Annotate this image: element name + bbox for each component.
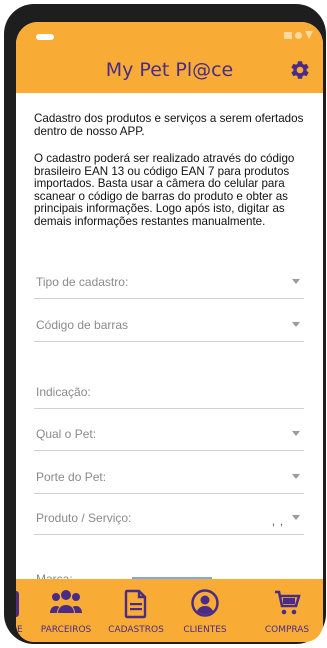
dropdown-arrow-icon: [292, 431, 300, 436]
dropdown-arrow-icon: [292, 279, 300, 284]
group-icon: [50, 590, 82, 613]
produto-servico-label: Produto / Serviço:: [36, 511, 132, 525]
indicacao-label: Indicação:: [36, 385, 91, 399]
bottom-navigation: CLUBE PARCEIROS: [16, 579, 323, 642]
status-notification-pill: [36, 34, 54, 40]
status-icons: [284, 31, 313, 39]
battery-icon: [284, 31, 292, 39]
produto-servico-value: , ,: [271, 516, 284, 528]
qual-pet-label: Qual o Pet:: [36, 427, 97, 441]
phone-frame: My Pet Pl@ce Cadastro dos produtos e ser…: [4, 4, 326, 644]
settings-button[interactable]: [289, 59, 311, 81]
signal-icon: [305, 31, 313, 39]
app-bar: My Pet Pl@ce: [16, 47, 323, 93]
dropdown-arrow-icon: [292, 474, 300, 479]
nav-item-parceiros[interactable]: PARCEIROS: [30, 579, 102, 642]
document-icon: [124, 589, 147, 619]
produto-servico-dropdown[interactable]: Produto / Serviço: , ,: [34, 494, 304, 535]
indicacao-field[interactable]: Indicação:: [34, 368, 304, 409]
scroll-indicator: [132, 577, 212, 579]
nav-item-compras[interactable]: COMPRAS: [251, 579, 323, 642]
tipo-cadastro-dropdown[interactable]: Tipo de cadastro:: [34, 258, 304, 299]
cart-icon: [275, 590, 301, 615]
codigo-barras-label: Código de barras: [36, 318, 129, 332]
dropdown-arrow-icon: [292, 322, 300, 327]
nav-label-compras: COMPRAS: [264, 625, 310, 635]
status-bar: [16, 22, 323, 47]
codigo-barras-dropdown[interactable]: Código de barras: [34, 301, 304, 342]
dropdown-arrow-icon: [292, 515, 300, 520]
nav-label-cadastros: CADASTROS: [108, 625, 164, 635]
intro-paragraph: Cadastro dos produtos e serviços a serem…: [34, 112, 304, 138]
app-screen: My Pet Pl@ce Cadastro dos produtos e ser…: [16, 22, 323, 642]
porte-pet-dropdown[interactable]: Porte do Pet:: [34, 453, 304, 494]
form-content[interactable]: Cadastro dos produtos e serviços a serem…: [16, 93, 323, 593]
app-title: My Pet Pl@ce: [105, 59, 234, 81]
device-background: My Pet Pl@ce Cadastro dos produtos e ser…: [0, 0, 327, 648]
card-icon: [16, 591, 19, 617]
nav-label-parceiros: PARCEIROS: [40, 625, 92, 635]
qual-pet-dropdown[interactable]: Qual o Pet:: [34, 410, 304, 451]
account-circle-icon: [191, 589, 219, 617]
nav-item-cadastros[interactable]: CADASTROS: [100, 579, 172, 642]
porte-pet-label: Porte do Pet:: [36, 470, 107, 484]
dot-icon: [295, 31, 302, 39]
nav-item-clientes[interactable]: CLIENTES: [169, 579, 241, 642]
instructions-paragraph: O cadastro poderá ser realizado através …: [34, 152, 295, 228]
gear-icon: [291, 61, 309, 79]
tipo-cadastro-label: Tipo de cadastro:: [36, 275, 129, 289]
nav-label-clientes: CLIENTES: [183, 625, 227, 635]
